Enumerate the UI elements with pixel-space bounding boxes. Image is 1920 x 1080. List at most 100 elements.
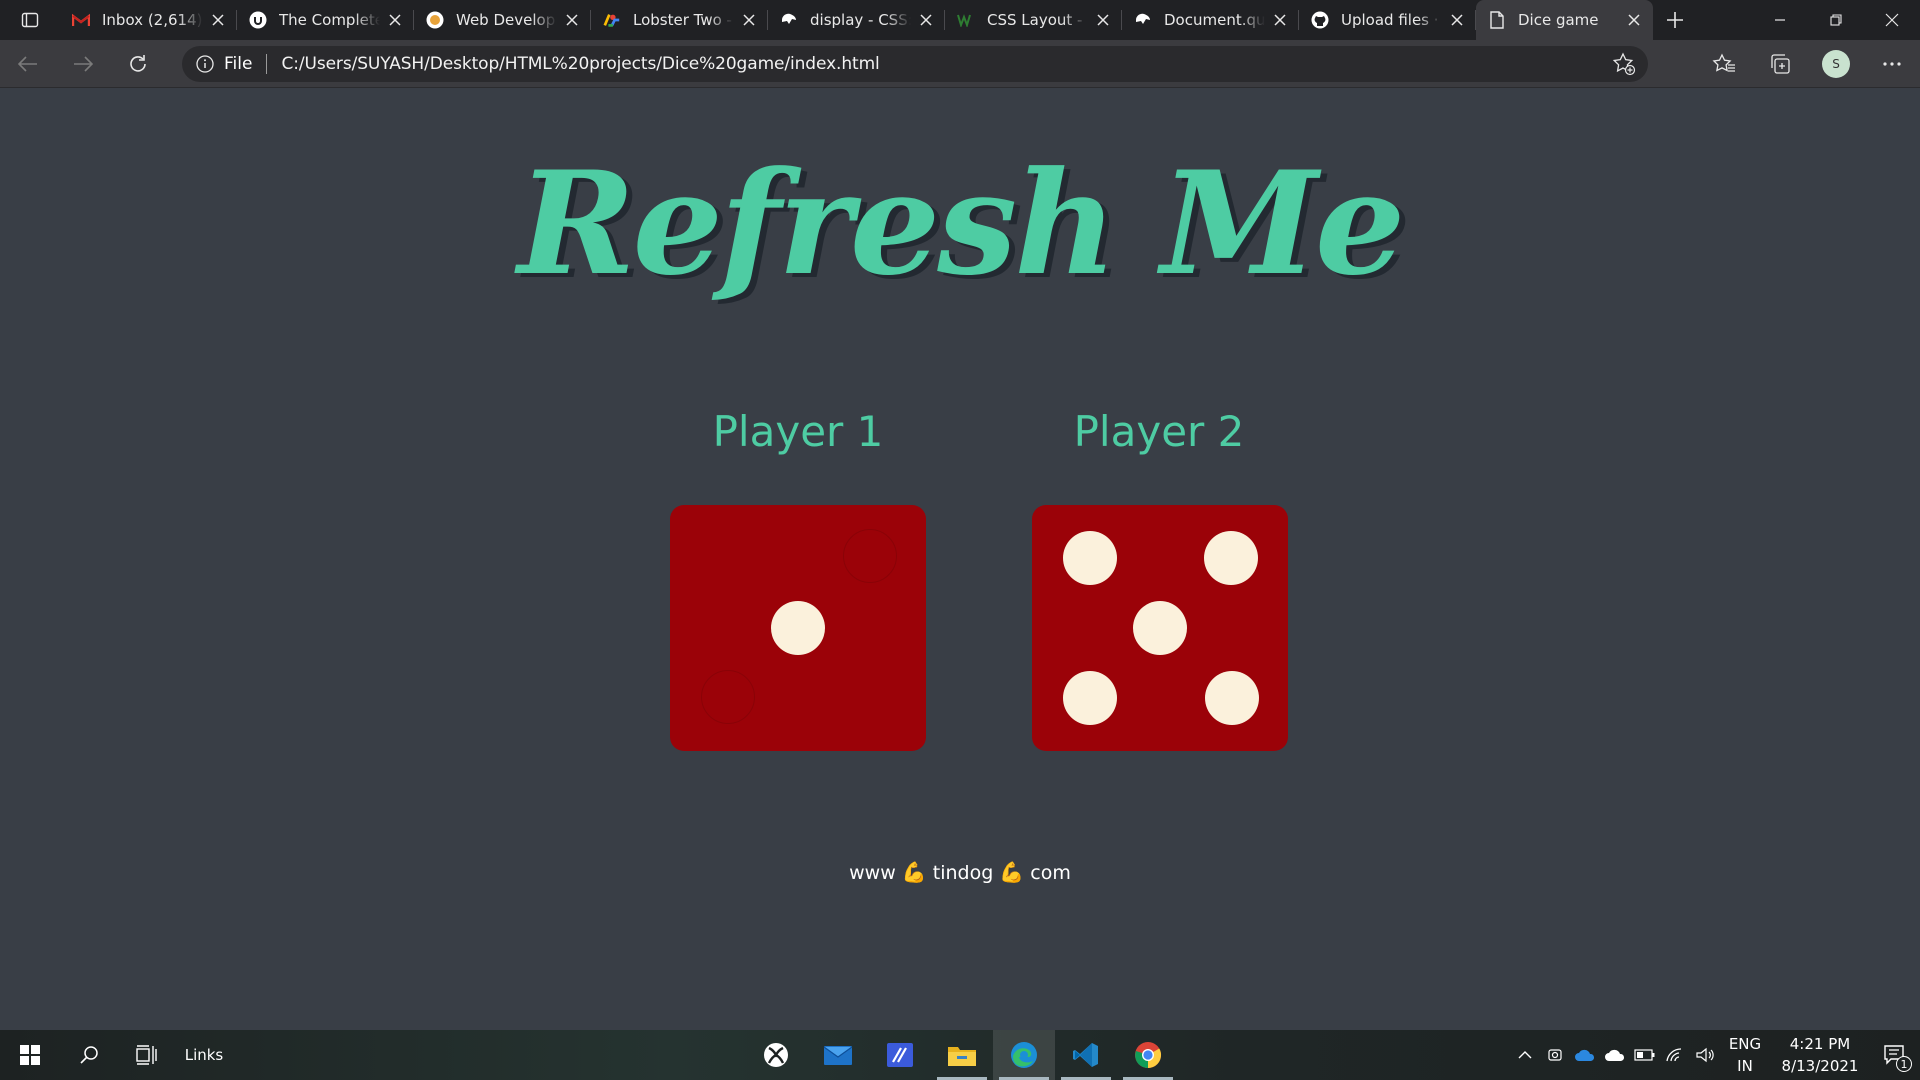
- region-code: IN: [1737, 1057, 1753, 1075]
- tab-title: Document.que: [1164, 11, 1265, 29]
- window-controls: [1752, 0, 1920, 40]
- google-fonts-icon: [603, 11, 621, 29]
- start-button[interactable]: [0, 1030, 60, 1080]
- flexed-biceps-icon: 💪: [999, 860, 1025, 884]
- tab-mdn-display[interactable]: display - CSS:: [768, 0, 945, 40]
- close-icon: [1885, 13, 1899, 27]
- file-explorer-app[interactable]: [931, 1030, 993, 1080]
- dice-pip-ghost: [701, 670, 755, 724]
- refresh-button[interactable]: [110, 40, 165, 88]
- powerapps-app[interactable]: [869, 1030, 931, 1080]
- onedrive-icon: [1605, 1049, 1625, 1061]
- url-text[interactable]: C:/Users/SUYASH/Desktop/HTML%20projects/…: [281, 54, 879, 74]
- tab-title: display - CSS:: [810, 11, 911, 29]
- xbox-app[interactable]: [745, 1030, 807, 1080]
- tab-title: Web Developr: [456, 11, 557, 29]
- player-2-label: Player 2: [1073, 407, 1245, 456]
- tab-title: Upload files ·: [1341, 11, 1439, 29]
- vscode-app[interactable]: [1055, 1030, 1117, 1080]
- page-icon: [1488, 11, 1506, 29]
- dice-pip: [1063, 531, 1117, 585]
- dice-pip: [1063, 671, 1117, 725]
- search-button[interactable]: [60, 1030, 118, 1080]
- tab-css-layout[interactable]: CSS Layout - i: [945, 0, 1122, 40]
- more-button[interactable]: [1864, 40, 1920, 88]
- vscode-icon: [1073, 1043, 1098, 1067]
- forward-button[interactable]: [55, 40, 110, 88]
- tab-gmail[interactable]: Inbox (2,614) -: [60, 0, 237, 40]
- dice-pip: [1204, 531, 1258, 585]
- tab-udemy-webdev[interactable]: Web Developr: [414, 0, 591, 40]
- address-bar[interactable]: File C:/Users/SUYASH/Desktop/HTML%20proj…: [182, 46, 1648, 82]
- footer-www: www: [849, 862, 896, 884]
- tab-title: CSS Layout - i: [987, 11, 1088, 29]
- onedrive-personal-button[interactable]: [1600, 1030, 1630, 1080]
- edge-app[interactable]: [993, 1030, 1055, 1080]
- player-1-label: Player 1: [712, 407, 884, 456]
- toolbar-actions: S: [1696, 40, 1920, 88]
- notification-count: 1: [1896, 1056, 1912, 1072]
- minimize-button[interactable]: [1752, 0, 1808, 40]
- info-icon: [196, 55, 214, 73]
- tab-github-upload[interactable]: Upload files ·: [1299, 0, 1476, 40]
- restore-icon: [1830, 14, 1842, 26]
- close-icon[interactable]: [1094, 11, 1112, 29]
- gmail-icon: [72, 11, 90, 29]
- onedrive-blue-icon: [1575, 1049, 1595, 1061]
- task-view-icon: [136, 1045, 157, 1065]
- network-button[interactable]: [1660, 1030, 1690, 1080]
- speaker-icon: [1696, 1047, 1714, 1063]
- links-toolbar[interactable]: Links: [174, 1030, 234, 1080]
- chrome-app[interactable]: [1117, 1030, 1179, 1080]
- w3schools-icon: [957, 11, 975, 29]
- close-icon[interactable]: [917, 11, 935, 29]
- xbox-icon: [764, 1043, 788, 1067]
- tab-title: Inbox (2,614) -: [102, 11, 203, 29]
- close-icon[interactable]: [1625, 11, 1643, 29]
- close-icon[interactable]: [386, 11, 404, 29]
- footer: www 💪 tindog 💪 com: [0, 860, 1920, 884]
- close-icon[interactable]: [1271, 11, 1289, 29]
- close-icon[interactable]: [740, 11, 758, 29]
- tab-google-fonts[interactable]: Lobster Two -: [591, 0, 768, 40]
- input-language-button[interactable]: ENG IN: [1720, 1033, 1770, 1077]
- battery-button[interactable]: [1630, 1030, 1660, 1080]
- favorites-button[interactable]: [1696, 40, 1752, 88]
- footer-tindog: tindog: [932, 862, 994, 884]
- dice-pip-ghost: [843, 529, 897, 583]
- close-window-button[interactable]: [1864, 0, 1920, 40]
- tab-bar: Inbox (2,614) - The Complete Web Develop…: [0, 0, 1920, 40]
- minimize-icon: [1775, 19, 1785, 21]
- camera-icon: [1548, 1049, 1562, 1061]
- close-icon[interactable]: [209, 11, 227, 29]
- volume-button[interactable]: [1690, 1030, 1720, 1080]
- mail-app[interactable]: [807, 1030, 869, 1080]
- udemy-icon: [249, 11, 267, 29]
- collections-icon: [1771, 54, 1790, 74]
- more-icon: [1883, 62, 1901, 66]
- clock-button[interactable]: 4:21 PM 8/13/2021: [1770, 1033, 1870, 1077]
- footer-com: com: [1030, 862, 1071, 884]
- new-tab-button[interactable]: [1653, 0, 1697, 40]
- onedrive-button[interactable]: [1570, 1030, 1600, 1080]
- tab-dice-game[interactable]: Dice game: [1476, 0, 1653, 40]
- restore-button[interactable]: [1808, 0, 1864, 40]
- tab-document-query[interactable]: Document.que: [1122, 0, 1299, 40]
- close-icon[interactable]: [1448, 11, 1466, 29]
- tab-actions-button[interactable]: [0, 0, 60, 40]
- page-title: Refresh Me: [517, 141, 1406, 307]
- back-button[interactable]: [0, 40, 55, 88]
- add-favorite-button[interactable]: [1612, 52, 1636, 81]
- close-icon[interactable]: [563, 11, 581, 29]
- meet-now-button[interactable]: [1540, 1030, 1570, 1080]
- tab-udemy-complete[interactable]: The Complete: [237, 0, 414, 40]
- clock-time: 4:21 PM: [1789, 1035, 1851, 1053]
- dice-pip: [1205, 671, 1259, 725]
- task-view-button[interactable]: [118, 1030, 174, 1080]
- action-center-button[interactable]: 1: [1870, 1030, 1920, 1080]
- favorites-icon: [1712, 53, 1735, 72]
- collections-button[interactable]: [1752, 40, 1808, 88]
- show-hidden-icons-button[interactable]: [1510, 1030, 1540, 1080]
- profile-button[interactable]: S: [1808, 40, 1864, 88]
- system-tray: ENG IN 4:21 PM 8/13/2021 1: [1510, 1030, 1920, 1080]
